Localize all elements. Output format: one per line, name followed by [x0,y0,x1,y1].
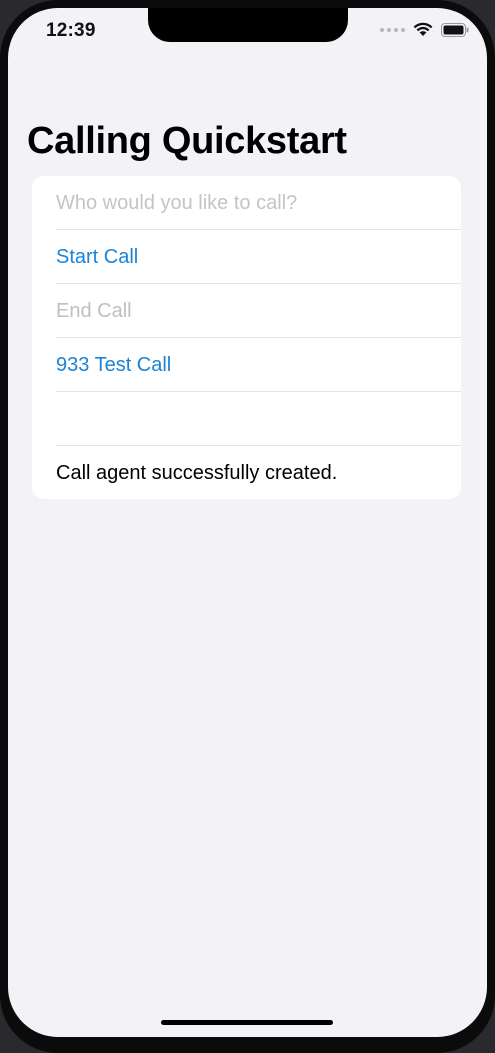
test-call-button[interactable]: 933 Test Call [56,338,461,392]
device-frame: 12:39 Calling Quickstart Start Call En [0,0,495,1053]
cellular-signal-icon [380,27,405,32]
screen: 12:39 Calling Quickstart Start Call En [8,8,487,1037]
end-call-button[interactable]: End Call [56,284,461,338]
call-form-card: Start Call End Call 933 Test Call Call a… [32,176,461,499]
status-time: 12:39 [46,20,96,41]
notch [148,8,348,42]
status-message: Call agent successfully created. [56,461,338,484]
empty-row [56,392,461,446]
callee-input[interactable] [56,191,461,215]
home-indicator[interactable] [161,1020,333,1025]
status-icons [380,22,469,37]
wifi-icon [413,22,433,36]
start-call-button[interactable]: Start Call [56,230,461,284]
battery-icon [441,22,469,37]
page-title: Calling Quickstart [27,120,347,162]
callee-field-row [56,176,461,230]
